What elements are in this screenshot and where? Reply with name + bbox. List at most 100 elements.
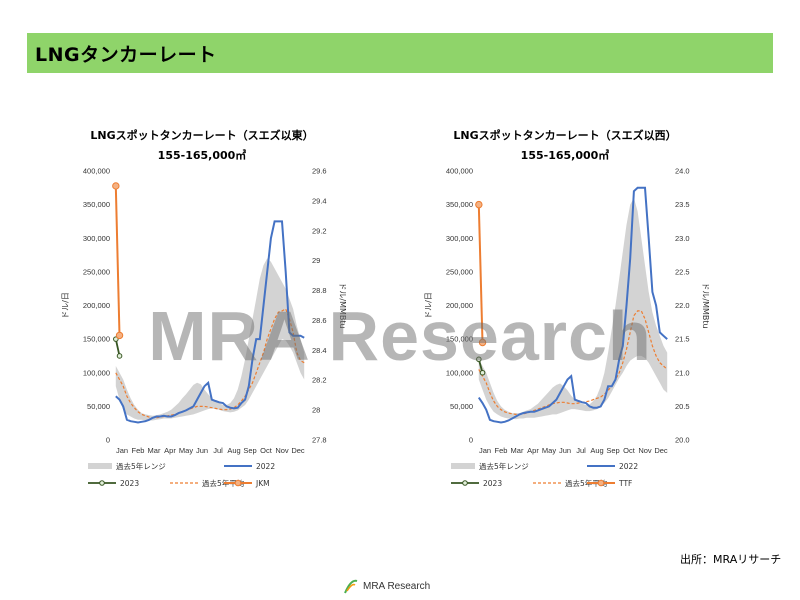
legend-item: 過去5年レンジ: [451, 461, 529, 471]
price-index-line: [477, 204, 484, 343]
legend-label: 2023: [483, 479, 502, 488]
y-tick-label: 0: [469, 436, 473, 445]
x-tick-label: Jun: [559, 446, 571, 455]
y2-tick-label: 28.2: [312, 376, 327, 385]
y2-tick-label: 28.4: [312, 346, 327, 355]
series-2023-point: [479, 369, 486, 376]
legend-label: 過去5年レンジ: [116, 461, 166, 471]
y-tick-label: 150,000: [446, 335, 473, 344]
y-tick-label: 100,000: [446, 368, 473, 377]
legend-marker: [597, 479, 605, 487]
x-tick-label: Sep: [243, 446, 256, 455]
legend-label: 2022: [619, 462, 638, 471]
legend-label: 2022: [256, 462, 275, 471]
y2-tick-label: 20.0: [675, 436, 690, 445]
y-tick-label: 50,000: [450, 402, 473, 411]
header-bar: LNGタンカーレート: [27, 33, 773, 73]
legend-swatch: [451, 463, 475, 469]
chart-suez-west: LNGスポットタンカーレート（スエズ以西） 155-165,000㎥ 0 50,0…: [415, 120, 727, 510]
y2-tick-label: 27.8: [312, 436, 327, 445]
x-tick-label: Jul: [576, 446, 586, 455]
series-2023-point: [116, 353, 123, 359]
y2-tick-label: 28.6: [312, 316, 327, 325]
y2-tick-label: 29.2: [312, 226, 327, 235]
y2-tick-label: 22.5: [675, 267, 690, 276]
x-tick-label: Apr: [164, 446, 176, 455]
x-tick-label: Apr: [527, 446, 539, 455]
y2-tick-label: 23.5: [675, 200, 690, 209]
chart-suez-east: LNGスポットタンカーレート（スエズ以東） 155-165,000㎥ 0 50,0…: [52, 120, 364, 510]
legend-item: 2022: [224, 462, 275, 471]
legend-marker: [234, 479, 242, 487]
y-tick-label: 400,000: [446, 167, 473, 176]
x-tick-label: May: [542, 446, 556, 455]
y-axis-label: ドル/日: [424, 292, 433, 319]
y-tick-label: 350,000: [83, 200, 110, 209]
x-tick-label: Aug: [590, 446, 603, 455]
x-tick-label: Jan: [116, 446, 128, 455]
x-tick-label: Mar: [148, 446, 161, 455]
y2-tick-label: 22.0: [675, 301, 690, 310]
footer-logo: MRA Research: [343, 577, 430, 595]
price-index-point: [475, 200, 483, 209]
x-tick-label: Jun: [196, 446, 208, 455]
y-tick-label: 50,000: [87, 402, 110, 411]
footer-logo-text: MRA Research: [363, 580, 431, 592]
price-index-point: [112, 182, 120, 190]
legend-label: JKM: [255, 479, 270, 488]
y-tick-label: 200,000: [446, 301, 473, 310]
legend-label: 過去5年レンジ: [479, 461, 529, 471]
price-index-point: [115, 331, 124, 340]
y-tick-label: 250,000: [83, 267, 110, 276]
source-note: 出所：MRAリサーチ: [680, 553, 782, 566]
x-tick-label: Sep: [606, 446, 619, 455]
y-tick-label: 250,000: [446, 267, 473, 276]
y-tick-label: 300,000: [446, 234, 473, 243]
range-band-area: [115, 258, 305, 421]
y-tick-label: 150,000: [83, 335, 110, 344]
y-tick-label: 400,000: [83, 167, 110, 176]
y2-tick-label: 29: [312, 256, 320, 265]
x-tick-label: Oct: [623, 446, 636, 455]
y-tick-label: 100,000: [83, 368, 110, 377]
x-tick-label: Oct: [260, 446, 273, 455]
legend-item: 2023: [88, 479, 139, 488]
y2-tick-label: 23.0: [675, 234, 690, 243]
x-tick-label: Nov: [275, 446, 289, 455]
x-tick-label: Aug: [227, 446, 240, 455]
legend-item: 過去5年レンジ: [88, 461, 166, 471]
y-tick-label: 300,000: [83, 234, 110, 243]
legend-item: 2022: [587, 462, 638, 471]
x-tick-label: Dec: [654, 446, 668, 455]
y-tick-label: 0: [106, 436, 110, 445]
legend-marker: [99, 480, 105, 486]
series-2023-point: [476, 356, 482, 363]
chart-svg: 0 50,000 100,000 150,000 200,000 250,000 300,0…: [61, 167, 347, 489]
y2-tick-label: 28: [312, 406, 320, 415]
legend-item: 2023: [451, 479, 502, 488]
y-tick-label: 200,000: [83, 301, 110, 310]
y2-tick-label: 21.0: [675, 368, 690, 377]
x-tick-label: Feb: [495, 446, 508, 455]
y2-tick-label: 28.8: [312, 286, 327, 295]
y2-tick-label: 21.5: [675, 335, 690, 344]
x-tick-label: Mar: [511, 446, 524, 455]
price-index-line: [114, 185, 121, 336]
x-tick-label: May: [179, 446, 193, 455]
chart-svg: 0 50,000 100,000 150,000 200,000 250,000 300,0…: [424, 167, 710, 489]
y2-axis-label: ドル/MMBtu: [338, 282, 347, 328]
legend-label: TTF: [618, 479, 632, 488]
y-tick-label: 350,000: [446, 200, 473, 209]
y2-tick-label: 20.5: [675, 402, 690, 411]
x-tick-label: Nov: [638, 446, 652, 455]
y2-tick-label: 29.4: [312, 196, 327, 205]
x-tick-label: Jul: [213, 446, 223, 455]
price-index-point: [478, 338, 487, 347]
y2-tick-label: 29.6: [312, 167, 327, 176]
x-tick-label: Feb: [132, 446, 145, 455]
y2-tick-label: 24.0: [675, 167, 690, 176]
legend-marker: [462, 480, 468, 486]
x-tick-label: Jan: [479, 446, 491, 455]
mra-logo-icon: [344, 579, 358, 594]
legend-swatch: [88, 463, 112, 469]
